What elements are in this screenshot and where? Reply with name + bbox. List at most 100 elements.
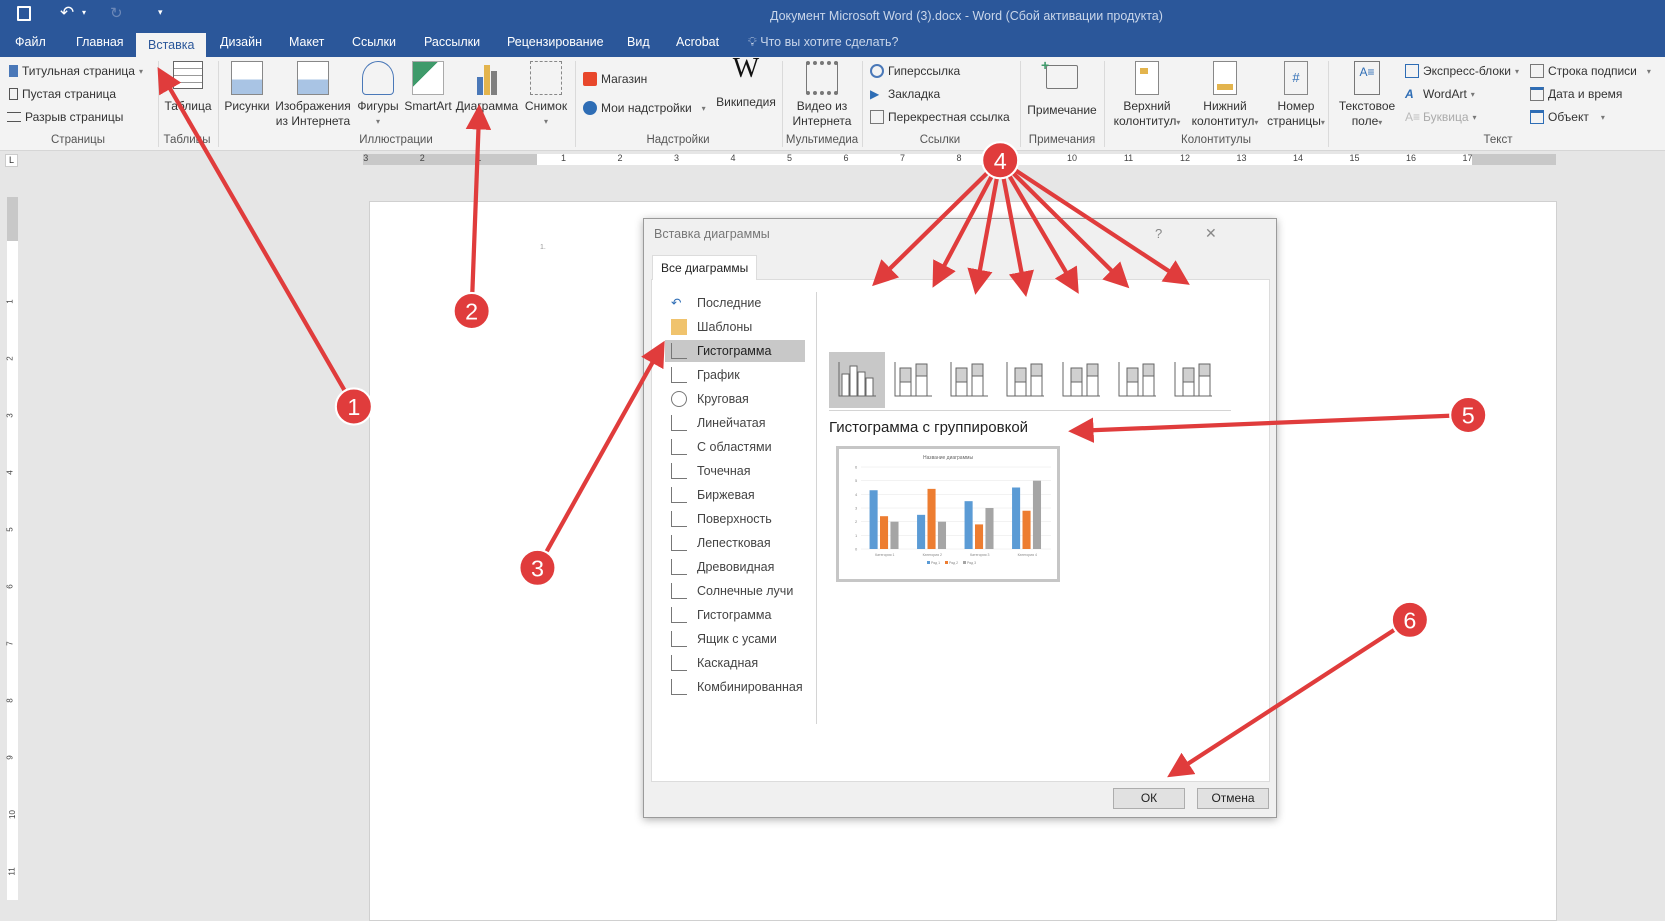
category-item[interactable]: Поверхность [665,508,805,530]
tab-view[interactable]: Вид [627,35,650,49]
table-label: Таблица [164,99,212,113]
pictures-icon [231,61,263,95]
chart-subtype-3[interactable] [941,352,997,408]
signature-line-button[interactable]: Строка подписи ▾ [1530,64,1651,78]
chart-preview[interactable]: Название диаграммы 0 1 2 3 4 5 6 Категория 1 Кате… [836,446,1060,582]
category-item[interactable]: Точечная [665,460,805,482]
smartart-button[interactable]: SmartArt [403,61,453,114]
bar [927,488,936,549]
cross-reference-button[interactable]: Перекрестная ссылка [870,110,1010,124]
chevron-down-icon: ▾ [1470,89,1475,99]
category-item[interactable]: Гистограмма [665,340,805,362]
category-item[interactable]: Линейчатая [665,412,805,434]
chart-subtype-5[interactable] [1053,352,1109,408]
category-item[interactable]: ↶ Последние [665,292,805,314]
wikipedia-button[interactable]: W Википедия [712,55,780,110]
drop-cap-button[interactable]: A≡ Буквица ▾ [1405,110,1477,124]
cover-page-button[interactable]: Титульная страница ▾ [9,64,143,78]
my-addins-button[interactable]: Мои надстройки ▾ [583,101,706,115]
store-button[interactable]: Магазин [583,72,647,86]
category-item[interactable]: График [665,364,805,386]
quick-parts-button[interactable]: Экспресс-блоки ▾ [1405,64,1519,78]
hyperlink-button[interactable]: Гиперссылка [870,64,960,78]
tab-insert[interactable]: Вставка [136,33,207,57]
chart-icon [471,61,503,95]
redo-icon[interactable]: ↻ [110,4,123,22]
text-box-button[interactable]: A≡ Текстовое поле▾ [1332,61,1402,130]
undo-icon[interactable]: ↶ [60,3,74,23]
table-button[interactable]: Таблица ▾ [162,61,214,129]
category-item[interactable]: Каскадная [665,652,805,674]
category-label: Точечная [697,464,751,478]
page-number-label-1: Номер [1277,99,1315,113]
save-icon[interactable] [17,6,31,21]
tab-design[interactable]: Дизайн [220,35,262,49]
legend-swatch [963,561,966,564]
screenshot-button[interactable]: Снимок ▾ [521,61,571,129]
tab-mailings[interactable]: Рассылки [424,35,480,49]
page-number-button[interactable]: # Номер страницы▾ [1264,61,1328,130]
undo-dropdown-icon[interactable]: ▾ [82,8,86,17]
category-item[interactable]: Круговая [665,388,805,410]
tell-me-search[interactable]: 💡︎ Что вы хотите сделать? [748,35,898,50]
close-button[interactable]: ✕ [1205,225,1217,242]
customize-toolbar-icon[interactable]: ▾ [158,7,163,18]
tab-all-charts[interactable]: Все диаграммы [652,255,758,280]
online-pictures-label-1: Изображения [275,99,351,113]
header-button[interactable]: Верхний колонтитул▾ [1108,61,1186,130]
ruler-label: 3 [673,153,680,163]
chevron-down-icon: ▾ [1378,118,1383,127]
category-item[interactable]: Биржевая [665,484,805,506]
chart-subtype-1[interactable] [829,352,885,408]
tab-references[interactable]: Ссылки [352,35,396,49]
category-item[interactable]: Комбинированная [665,676,805,698]
horizontal-ruler[interactable]: 3 2 1 1 2 3 4 5 6 7 8 9 10 11 12 13 14 15 16 17 [363,153,1556,165]
object-button[interactable]: Объект ▾ [1530,110,1605,124]
ok-button[interactable]: ОК [1113,788,1185,809]
tab-selector-icon[interactable]: L [5,154,18,167]
tab-home[interactable]: Главная [76,35,124,49]
vertical-ruler[interactable]: 1 2 3 4 5 6 7 8 9 10 11 [6,197,18,900]
screenshot-icon [530,61,562,95]
category-item[interactable]: С областями [665,436,805,458]
hyperlink-label: Гиперссылка [888,64,961,78]
wordart-button[interactable]: A WordArt ▾ [1405,87,1475,101]
category-label: Биржевая [697,488,755,502]
category-item[interactable]: Солнечные лучи [665,580,805,602]
category-label: Каскадная [697,656,759,670]
tab-layout[interactable]: Макет [289,35,324,49]
text-box-label-1: Текстовое [1338,99,1396,113]
blank-page-button[interactable]: Пустая страница [9,87,116,101]
online-pictures-button[interactable]: Изображения из Интернета [274,61,352,129]
category-item[interactable]: Древовидная [665,556,805,578]
group-divider [862,61,863,147]
chart-subtype-7[interactable] [1165,352,1221,408]
vruler-margin-top [7,197,18,241]
shapes-button[interactable]: Фигуры ▾ [354,61,402,129]
chart-button[interactable]: Диаграмма [455,61,519,114]
chart-subtype-2[interactable] [885,352,941,408]
shapes-icon [362,61,394,95]
category-item[interactable]: Гистограмма [665,604,805,626]
footer-button[interactable]: Нижний колонтитул▾ [1186,61,1264,130]
category-item[interactable]: Шаблоны [665,316,805,338]
ruler-label: 2 [617,153,623,163]
page-break-button[interactable]: Разрыв страницы [7,110,123,124]
cancel-button[interactable]: Отмена [1197,788,1269,809]
comment-button[interactable]: + Примечание [1024,58,1100,118]
tab-file[interactable]: Файл [15,35,46,49]
bookmark-button[interactable]: ▶ Закладка [870,87,940,101]
online-pictures-label-2: из Интернета [275,114,351,128]
header-label-2-text: колонтитул [1113,114,1177,128]
pictures-button[interactable]: Рисунки [222,61,272,114]
help-button[interactable]: ? [1155,226,1162,241]
ruler-label: 5 [786,153,793,163]
tab-review[interactable]: Рецензирование [507,35,604,49]
chart-subtype-4[interactable] [997,352,1053,408]
chart-subtype-6[interactable] [1109,352,1165,408]
category-item[interactable]: Лепестковая [665,532,805,554]
tab-acrobat[interactable]: Acrobat [676,35,719,49]
online-video-button[interactable]: Видео из Интернета [786,61,858,129]
date-time-button[interactable]: Дата и время [1530,87,1622,101]
category-item[interactable]: Ящик с усами [665,628,805,650]
